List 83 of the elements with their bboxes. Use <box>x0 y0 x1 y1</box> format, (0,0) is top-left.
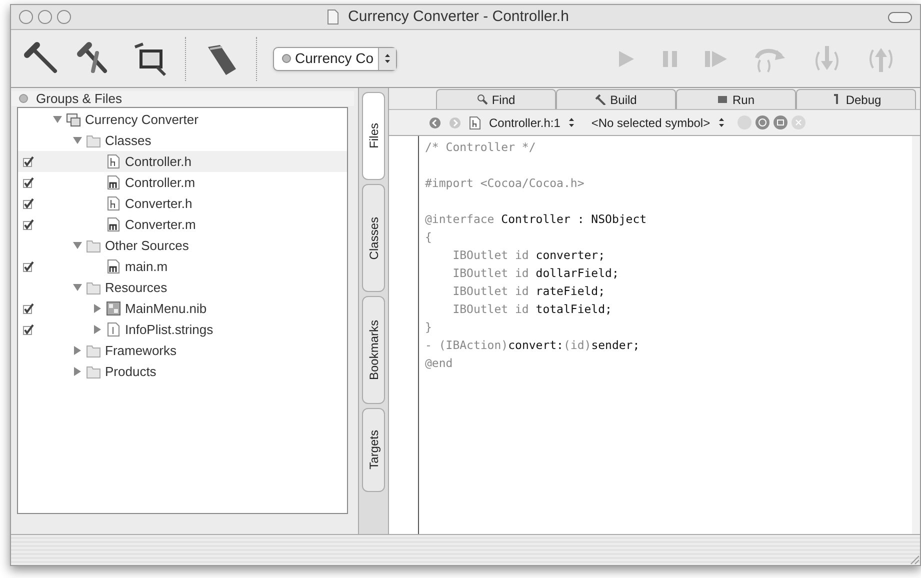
header-file-icon <box>106 154 121 169</box>
tree-item[interactable]: Other Sources <box>105 236 189 256</box>
side-tab[interactable]: Files <box>362 92 385 180</box>
tree-item[interactable]: Products <box>105 362 156 382</box>
tree-item[interactable]: Classes <box>105 130 152 150</box>
symbol-popup[interactable]: <No selected symbol> <box>591 114 710 132</box>
disclosure-triangle-icon[interactable] <box>73 283 82 292</box>
disclosure-triangle-icon[interactable] <box>93 304 102 313</box>
tree-item[interactable]: Converter.h <box>125 194 192 214</box>
window-title: Currency Converter - Controller.h <box>348 6 569 27</box>
tree-item[interactable]: Controller.h <box>125 152 192 172</box>
tree-item[interactable]: InfoPlist.strings <box>125 320 214 340</box>
monitor-icon <box>717 94 728 105</box>
document-icon <box>326 9 340 25</box>
disclosure-triangle-icon[interactable] <box>73 346 82 355</box>
history-icon[interactable] <box>755 115 770 130</box>
side-tab[interactable]: Targets <box>362 408 385 492</box>
checkbox[interactable] <box>22 156 34 167</box>
code-line: #import <Cocoa/Cocoa.h> <box>425 175 586 192</box>
code-line: @interface Controller : NSObject <box>425 211 648 228</box>
code-line: } <box>425 319 433 336</box>
editor-tab[interactable]: Find <box>436 89 556 109</box>
side-tab[interactable]: Classes <box>362 184 385 292</box>
code-line: IBOutlet id dollarField; <box>452 265 620 282</box>
disclosure-triangle-icon[interactable] <box>73 241 82 250</box>
close-button[interactable] <box>19 10 33 24</box>
header-file-icon <box>469 116 481 130</box>
hammer-icon <box>595 94 606 105</box>
target-popup[interactable]: Currency Co <box>273 46 397 70</box>
code-line: @end <box>425 355 454 372</box>
stepper-icon <box>718 117 726 128</box>
lock-icon[interactable] <box>773 115 788 130</box>
code-line: - (IBAction)convert:(id)sender; <box>425 337 641 354</box>
code-line: IBOutlet id converter; <box>452 247 606 264</box>
code-line: /* Controller */ <box>425 139 537 156</box>
checkbox[interactable] <box>22 303 34 314</box>
folder-icon <box>86 343 101 358</box>
minimize-button[interactable] <box>38 10 52 24</box>
disclosure-triangle-icon[interactable] <box>53 115 62 124</box>
groups-files-header: Groups & Files <box>36 90 122 108</box>
checkbox[interactable] <box>22 177 34 188</box>
side-tab[interactable]: Bookmarks <box>362 296 385 404</box>
source-file-icon <box>106 175 121 190</box>
stepper-icon <box>384 53 391 64</box>
toolbar-toggle-button[interactable] <box>888 12 912 22</box>
back-icon[interactable] <box>429 116 441 128</box>
tree-item[interactable]: Converter.m <box>125 214 196 234</box>
tree-item[interactable]: Controller.m <box>125 172 196 192</box>
target-icon <box>282 54 291 63</box>
strings-file-icon <box>106 322 121 337</box>
checkbox[interactable] <box>22 219 34 230</box>
nib-file-icon <box>106 301 121 316</box>
file-popup[interactable]: Controller.h:1 <box>489 114 560 132</box>
editor-tab[interactable]: Debug <box>796 89 916 109</box>
tree-item[interactable]: Currency Converter <box>85 110 198 130</box>
checkbox[interactable] <box>22 324 34 335</box>
project-icon <box>66 112 81 127</box>
zoom-button[interactable] <box>57 10 71 24</box>
folder-icon <box>86 280 101 295</box>
tree-item[interactable]: Frameworks <box>105 340 177 360</box>
folder-icon <box>86 238 101 253</box>
folder-icon <box>86 364 101 379</box>
checkbox[interactable] <box>22 261 34 272</box>
code-line: { <box>425 229 433 246</box>
gear-icon[interactable] <box>19 94 28 103</box>
disclosure-triangle-icon[interactable] <box>73 136 82 145</box>
folder-icon <box>86 133 101 148</box>
source-file-icon <box>106 259 121 274</box>
disclosure-triangle-icon[interactable] <box>93 325 102 334</box>
editor-tab[interactable]: Build <box>556 89 676 109</box>
stepper-icon <box>568 117 576 128</box>
tree-item[interactable]: main.m <box>125 256 168 276</box>
disclosure-triangle-icon[interactable] <box>73 367 82 376</box>
editor-tab[interactable]: Run <box>676 89 796 109</box>
code-line: IBOutlet id totalField; <box>452 301 613 318</box>
code-line: IBOutlet id rateField; <box>452 283 606 300</box>
resize-grip-icon[interactable] <box>908 553 920 565</box>
tree-item[interactable]: MainMenu.nib <box>125 298 207 318</box>
checkbox[interactable] <box>22 198 34 209</box>
header-file-icon <box>106 196 121 211</box>
search-icon <box>476 94 488 105</box>
tree-item[interactable]: Resources <box>105 278 168 298</box>
source-file-icon <box>106 217 121 232</box>
